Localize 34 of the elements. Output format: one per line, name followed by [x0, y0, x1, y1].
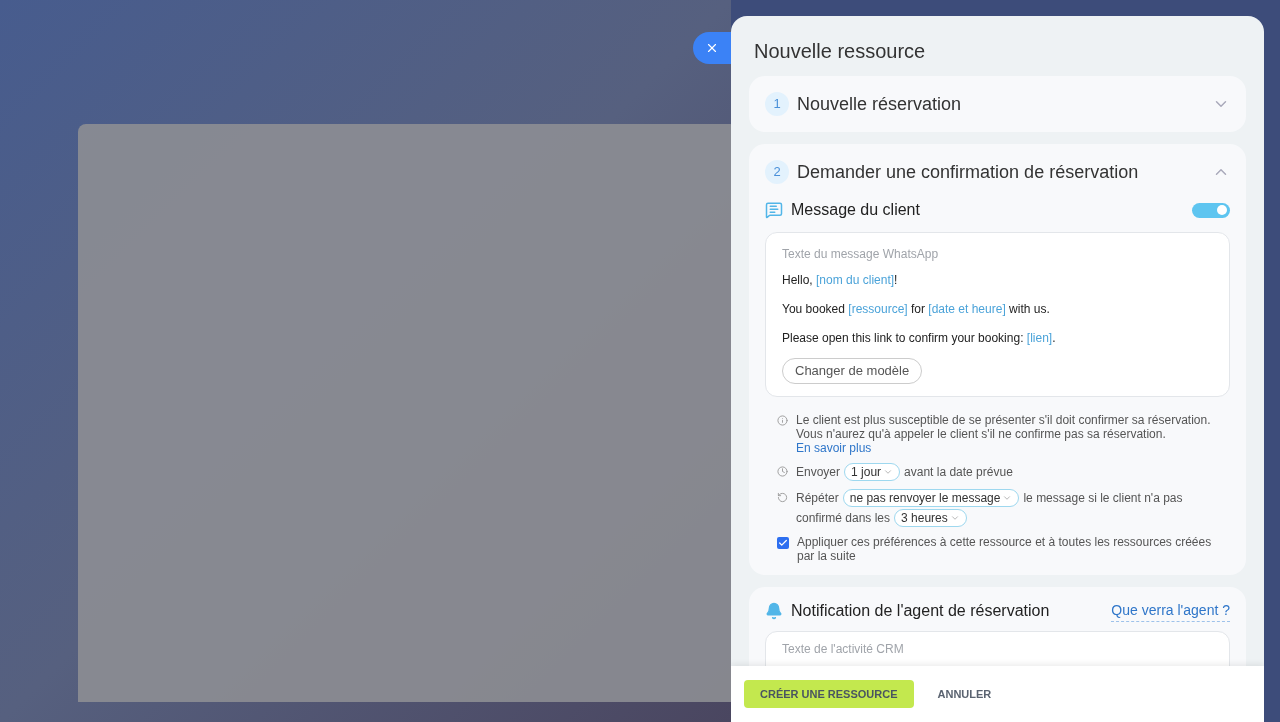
dropdown-select[interactable]: ne pas renvoyer le message — [842, 488, 1020, 507]
section-title: Notification de l'agent de réservation — [791, 600, 1051, 621]
template-label: Texte du message WhatsApp — [782, 246, 940, 263]
message-line: Hello, [nom du client]! — [782, 272, 899, 289]
section-title: Message du client — [791, 200, 921, 220]
setting-text: Répéter — [796, 489, 839, 507]
setting-text: le message si le client n'a pas — [1023, 489, 1183, 507]
repeat-icon — [777, 491, 788, 503]
setting-text: Envoyer — [796, 463, 841, 481]
learn-more-link[interactable]: En savoir plus — [796, 440, 872, 455]
toggle-switch[interactable] — [1192, 202, 1230, 218]
step-number: 2 — [765, 160, 789, 184]
info-icon — [777, 414, 788, 426]
info-text: Le client est plus susceptible de se présenter s'il doit confirmer sa réservation. Vous n'aurez qu'à appeler le client s'il ne confirme pas sa réservation. — [796, 412, 1212, 441]
setting-text: avant la date prévue — [904, 463, 1013, 481]
create-resource-button[interactable]: CRÉER UNE RESSOURCE — [744, 680, 914, 708]
chat-bubble-icon — [765, 201, 783, 219]
setting-text: confirmé dans les — [796, 509, 891, 527]
agent-preview-link[interactable]: Que verra l'agent ? — [1111, 599, 1230, 622]
dropdown-select[interactable]: 3 heures — [894, 508, 967, 527]
checkbox[interactable] — [777, 536, 789, 549]
message-line: Please open this link to confirm your booking: [lien]. — [782, 330, 1057, 347]
cancel-button[interactable]: ANNULER — [937, 685, 992, 703]
message-line: You booked [ressource] for [date et heure] with us. — [782, 301, 1051, 318]
checkbox-label: Appliquer ces préférences à cette ressource et à toutes les ressources créées par la suite — [797, 534, 1213, 563]
close-button[interactable] — [693, 32, 731, 64]
close-icon — [705, 41, 719, 55]
panel-title: Nouvelle ressource — [753, 39, 927, 64]
bell-icon — [765, 601, 783, 620]
dropdown-select[interactable]: 1 jour — [844, 462, 901, 481]
step-title: Nouvelle réservation — [797, 92, 963, 116]
clock-icon — [777, 465, 788, 477]
step-number: 1 — [765, 92, 789, 116]
step-title: Demander une confirmation de réservation — [797, 160, 1140, 184]
